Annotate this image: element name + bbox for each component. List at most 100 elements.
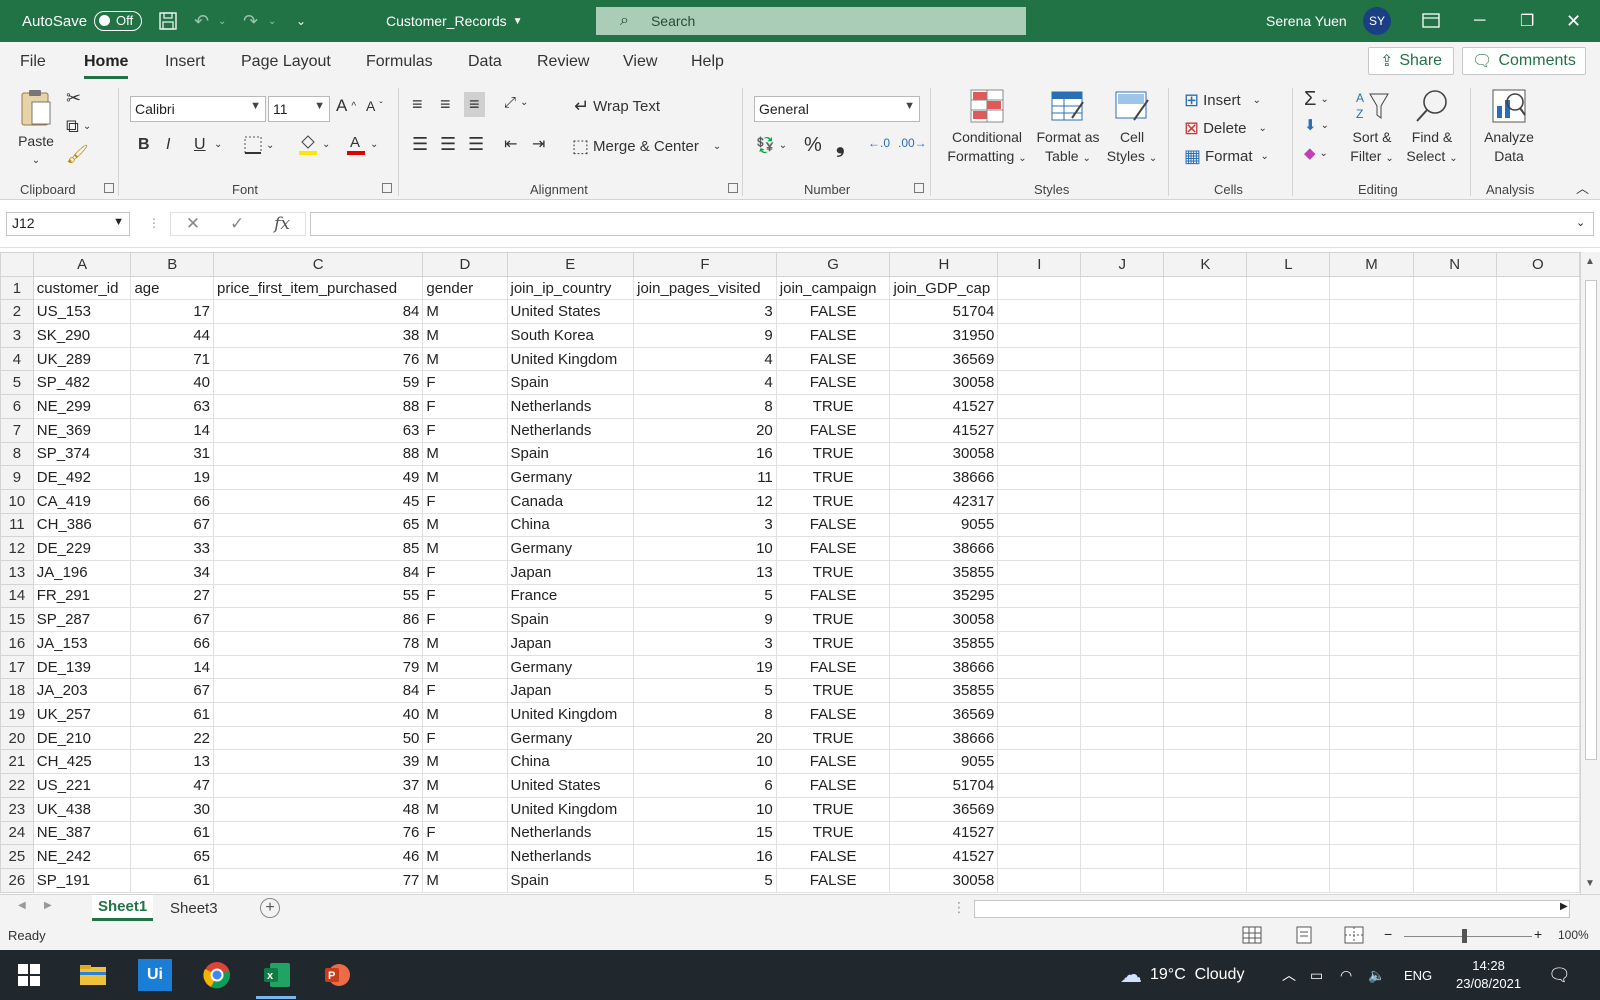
name-box[interactable]: J12 ▼ — [6, 212, 130, 236]
cell[interactable]: 42317 — [889, 488, 999, 514]
uipath-icon[interactable]: Ui — [138, 959, 172, 991]
cell[interactable]: M — [422, 749, 508, 775]
cell[interactable]: 40 — [130, 370, 215, 396]
decrease-decimal-icon[interactable]: .00→ — [898, 136, 927, 150]
cell[interactable] — [1412, 488, 1497, 514]
copy-icon[interactable]: ⧉ ⌄ — [66, 116, 91, 137]
cell[interactable] — [1329, 346, 1414, 372]
cell[interactable]: 9 — [633, 607, 777, 632]
cell[interactable] — [1246, 370, 1331, 396]
cell[interactable] — [997, 867, 1082, 893]
cell[interactable]: 10 — [633, 536, 777, 561]
cell[interactable] — [1495, 654, 1580, 680]
cell[interactable]: M — [422, 796, 508, 822]
header-cell[interactable]: join_ip_country — [506, 275, 635, 301]
cell[interactable] — [1246, 844, 1331, 869]
close-icon[interactable]: ✕ — [1566, 0, 1581, 42]
header-cell[interactable]: customer_id — [32, 275, 132, 301]
cell[interactable] — [1412, 631, 1497, 656]
row-header[interactable]: 25 — [0, 844, 34, 869]
cell[interactable]: 59 — [213, 370, 424, 396]
cell[interactable] — [1412, 796, 1497, 822]
cell[interactable]: 49 — [213, 465, 424, 490]
cell[interactable]: TRUE — [775, 559, 891, 585]
cell[interactable]: FALSE — [775, 749, 891, 775]
cell[interactable] — [1163, 323, 1248, 348]
cell[interactable]: 34 — [130, 559, 215, 585]
cell[interactable]: Spain — [506, 607, 635, 632]
cell[interactable]: DE_210 — [32, 725, 132, 751]
cell[interactable]: UK_257 — [32, 702, 132, 727]
cell[interactable] — [1246, 773, 1331, 798]
excel-taskbar-icon[interactable]: x — [260, 959, 294, 991]
increase-font-icon[interactable]: A ^ — [336, 96, 356, 116]
alignment-launcher-icon[interactable] — [728, 183, 738, 193]
row-header[interactable]: 19 — [0, 702, 34, 727]
column-header-b[interactable]: B — [130, 252, 215, 277]
cell[interactable]: M — [422, 702, 508, 727]
cell[interactable] — [1329, 370, 1414, 396]
cell[interactable] — [1080, 749, 1165, 775]
undo-dropdown-icon[interactable]: ⌄ — [218, 0, 226, 42]
align-center-icon[interactable]: ☰ — [440, 134, 456, 155]
cell[interactable] — [997, 796, 1082, 822]
column-header-d[interactable]: D — [422, 252, 508, 277]
column-header-n[interactable]: N — [1412, 252, 1497, 277]
tab-home[interactable]: Home — [84, 53, 129, 79]
cell[interactable]: F — [422, 417, 508, 443]
cell[interactable]: 76 — [213, 346, 424, 372]
find-select-button[interactable]: Find & Select ⌄ — [1402, 88, 1462, 168]
cell[interactable]: Netherlands — [506, 820, 635, 846]
cell[interactable] — [1495, 299, 1580, 325]
cell[interactable] — [1495, 441, 1580, 467]
cell[interactable] — [1163, 488, 1248, 514]
cell[interactable] — [1495, 559, 1580, 585]
italic-button[interactable]: I — [166, 136, 170, 154]
cell[interactable] — [1080, 370, 1165, 396]
cell[interactable]: DE_139 — [32, 654, 132, 680]
conditional-formatting-button[interactable]: Conditional Formatting ⌄ — [942, 88, 1032, 168]
column-header-f[interactable]: F — [633, 252, 777, 277]
cell[interactable] — [1163, 441, 1248, 467]
cell[interactable] — [1080, 820, 1165, 846]
cell[interactable]: 11 — [633, 465, 777, 490]
decrease-indent-icon[interactable]: ⇤ — [504, 134, 517, 154]
cell[interactable] — [997, 607, 1082, 632]
number-format-select[interactable]: General ▼ — [754, 96, 920, 122]
cell[interactable] — [1412, 536, 1497, 561]
cell[interactable] — [1246, 749, 1331, 775]
fill-color-icon[interactable]: ⌄ — [298, 132, 330, 156]
row-header[interactable]: 3 — [0, 323, 34, 348]
cell[interactable]: US_221 — [32, 773, 132, 798]
zoom-slider-track[interactable] — [1404, 936, 1532, 937]
cell[interactable]: NE_242 — [32, 844, 132, 869]
cell[interactable]: 41527 — [889, 844, 999, 869]
scroll-thumb[interactable] — [1585, 280, 1597, 760]
cell[interactable] — [1163, 417, 1248, 443]
cell[interactable] — [1163, 702, 1248, 727]
header-cell[interactable] — [1495, 275, 1580, 301]
cell[interactable] — [1080, 441, 1165, 467]
cell[interactable]: M — [422, 844, 508, 869]
cell[interactable]: 3 — [633, 631, 777, 656]
cell[interactable] — [1495, 725, 1580, 751]
formula-input[interactable] — [310, 212, 1594, 236]
cell[interactable] — [1246, 725, 1331, 751]
cell[interactable] — [1080, 536, 1165, 561]
cell[interactable]: 84 — [213, 559, 424, 585]
column-header-c[interactable]: C — [213, 252, 424, 277]
cell[interactable]: TRUE — [775, 465, 891, 490]
autosave-toggle[interactable]: Off — [94, 11, 142, 31]
cell[interactable] — [1495, 702, 1580, 727]
row-header[interactable]: 14 — [0, 583, 34, 609]
tab-formulas[interactable]: Formulas — [366, 53, 433, 71]
windows-start-icon[interactable] — [12, 959, 46, 991]
cell[interactable]: 6 — [633, 773, 777, 798]
cell[interactable] — [997, 441, 1082, 467]
cell[interactable]: 9055 — [889, 749, 999, 775]
header-cell[interactable]: age — [130, 275, 215, 301]
cell[interactable] — [1412, 820, 1497, 846]
cell[interactable]: Canada — [506, 488, 635, 514]
insert-cells-button[interactable]: ⊞ Insert ⌄ — [1184, 90, 1261, 111]
cell[interactable]: FALSE — [775, 583, 891, 609]
